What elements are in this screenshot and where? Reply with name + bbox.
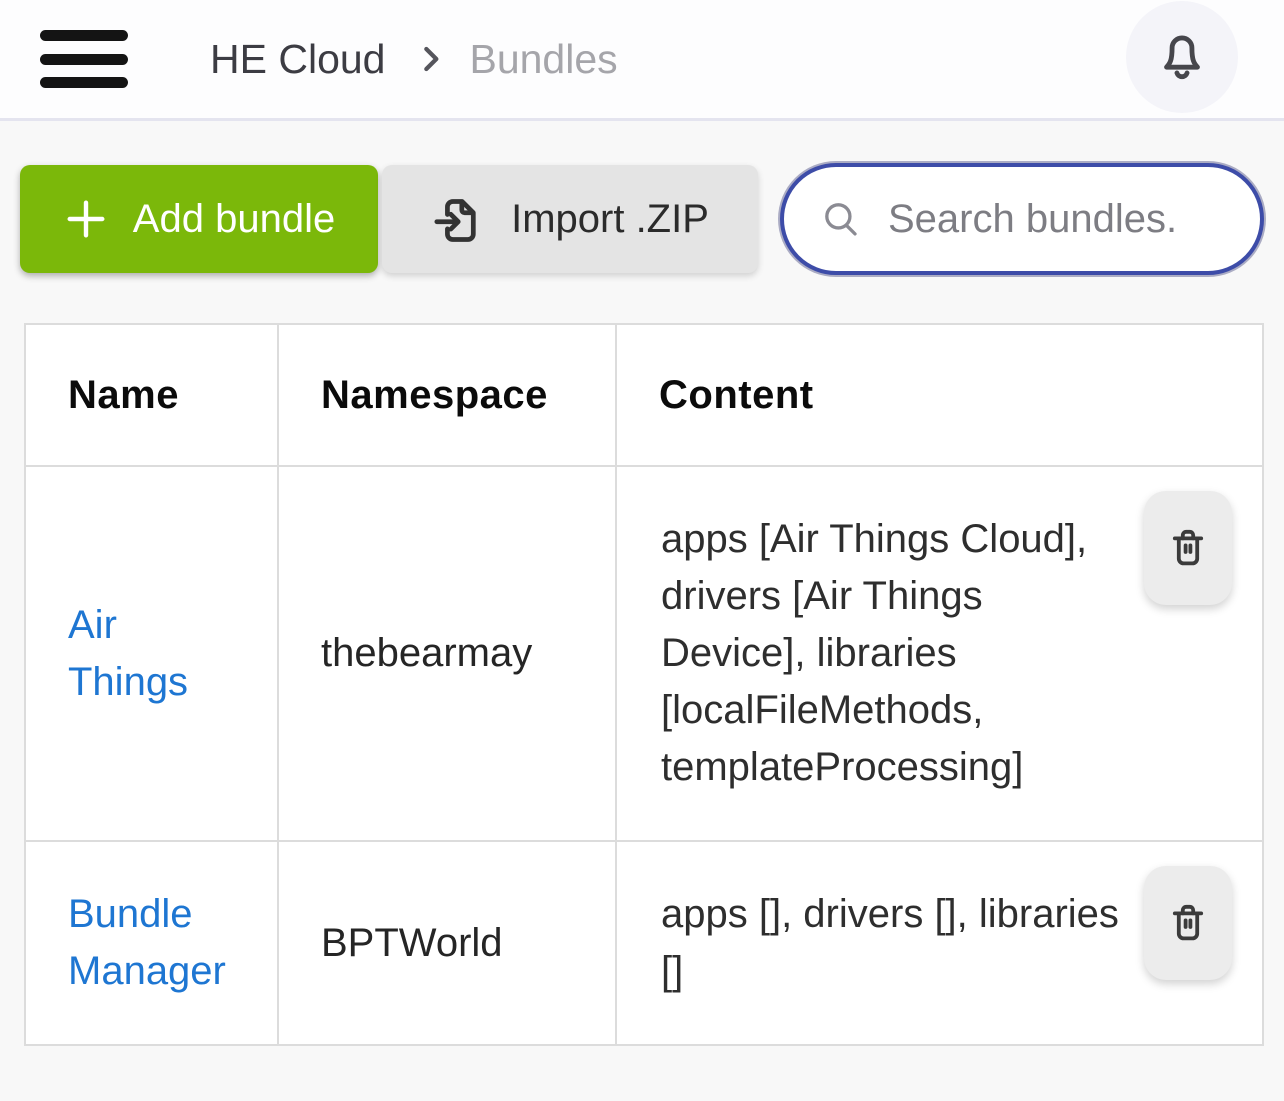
breadcrumb: HE Cloud Bundles (210, 36, 618, 83)
table-row: Bundle Manager BPTWorld apps [], drivers… (25, 841, 1263, 1045)
trash-icon (1164, 899, 1212, 947)
menu-button[interactable] (40, 29, 128, 89)
import-zip-button[interactable]: Import .ZIP (382, 165, 758, 273)
top-bar: HE Cloud Bundles (0, 0, 1284, 121)
hamburger-icon (40, 30, 128, 41)
chevron-right-icon (415, 36, 447, 82)
bundle-name-cell: Bundle Manager (25, 841, 278, 1045)
bundle-content-text: apps [Air Things Cloud], drivers [Air Th… (661, 517, 1087, 789)
add-bundle-button[interactable]: Add bundle (20, 165, 378, 273)
bundle-content-cell: apps [], drivers [], libraries [] (616, 841, 1263, 1045)
add-bundle-label: Add bundle (133, 197, 335, 242)
search-input[interactable] (888, 197, 1236, 242)
delete-bundle-button[interactable] (1144, 491, 1232, 605)
file-import-icon (431, 192, 485, 246)
notifications-button[interactable] (1126, 1, 1238, 113)
import-zip-label: Import .ZIP (511, 197, 709, 242)
breadcrumb-root[interactable]: HE Cloud (210, 36, 385, 83)
delete-bundle-button[interactable] (1144, 866, 1232, 980)
bundle-link-air-things[interactable]: Air Things (68, 603, 188, 704)
bundle-namespace-cell: thebearmay (278, 466, 616, 841)
table-header-row: Name Namespace Content (25, 324, 1263, 466)
main-content: Add bundle Import .ZIP (0, 121, 1284, 1046)
search-icon (820, 198, 862, 240)
bundles-table: Name Namespace Content Air Things thebea… (24, 323, 1264, 1046)
bundle-namespace-cell: BPTWorld (278, 841, 616, 1045)
bundle-content-text: apps [], drivers [], libraries [] (661, 892, 1119, 993)
bundle-name-cell: Air Things (25, 466, 278, 841)
plus-icon (63, 196, 109, 242)
bundle-content-cell: apps [Air Things Cloud], drivers [Air Th… (616, 466, 1263, 841)
column-header-content: Content (616, 324, 1263, 466)
column-header-name: Name (25, 324, 278, 466)
table-row: Air Things thebearmay apps [Air Things C… (25, 466, 1263, 841)
search-box (780, 163, 1264, 275)
bell-icon (1153, 26, 1211, 88)
breadcrumb-current: Bundles (469, 36, 617, 83)
bundle-link-bundle-manager[interactable]: Bundle Manager (68, 892, 226, 993)
column-header-namespace: Namespace (278, 324, 616, 466)
toolbar: Add bundle Import .ZIP (0, 121, 1284, 275)
trash-icon (1164, 524, 1212, 572)
